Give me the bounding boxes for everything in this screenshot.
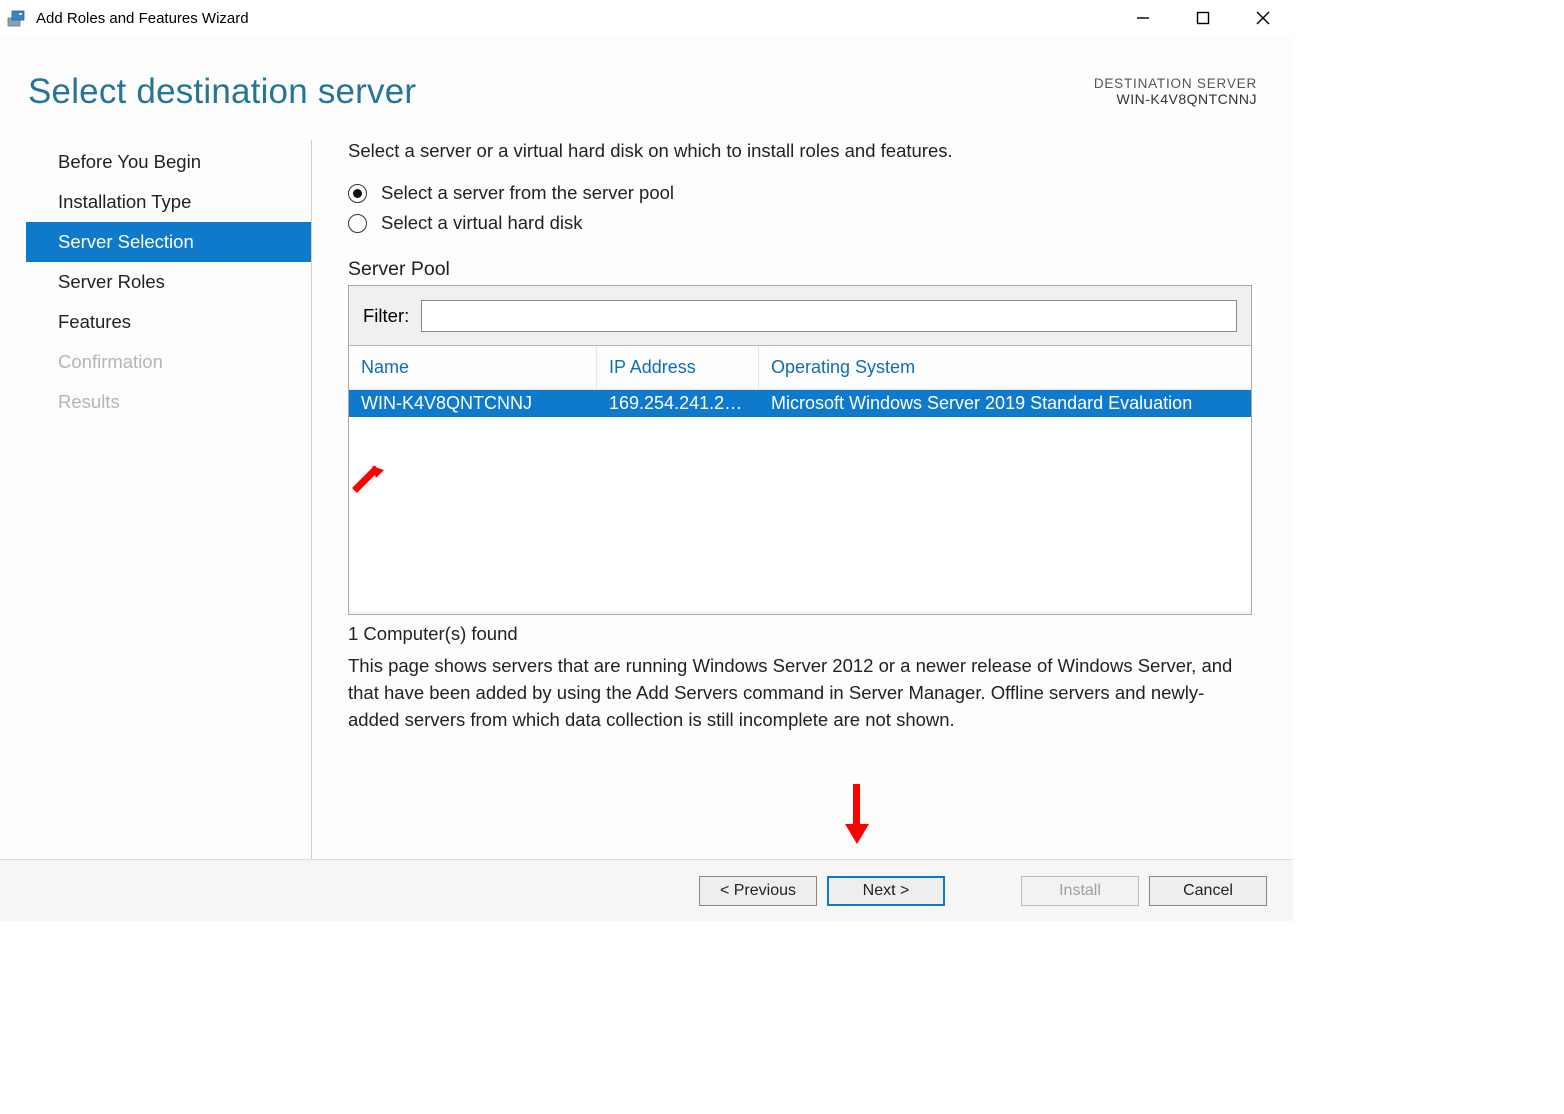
radio-label: Select a virtual hard disk bbox=[381, 212, 583, 234]
body: Before You Begin Installation Type Serve… bbox=[0, 122, 1293, 859]
button-label: < Previous bbox=[720, 882, 796, 900]
nav-results: Results bbox=[26, 382, 311, 422]
filter-bar: Filter: bbox=[349, 286, 1251, 346]
server-pool-label: Server Pool bbox=[348, 258, 1257, 281]
nav-server-selection[interactable]: Server Selection bbox=[26, 222, 311, 262]
install-button: Install bbox=[1021, 876, 1139, 906]
minimize-button[interactable] bbox=[1113, 0, 1173, 36]
nav-item-label: Results bbox=[58, 391, 120, 413]
radio-icon bbox=[348, 184, 367, 203]
next-button[interactable]: Next > bbox=[827, 876, 945, 906]
close-button[interactable] bbox=[1233, 0, 1293, 36]
button-label: Next > bbox=[863, 882, 910, 900]
destination-server-value: WIN-K4V8QNTCNNJ bbox=[1094, 91, 1257, 107]
main-pane: Select a server or a virtual hard disk o… bbox=[312, 140, 1257, 859]
nav-installation-type[interactable]: Installation Type bbox=[26, 182, 311, 222]
nav-item-label: Server Selection bbox=[58, 231, 194, 253]
cell-ip: 169.254.241.22... bbox=[597, 393, 759, 414]
window-title: Add Roles and Features Wizard bbox=[36, 10, 249, 27]
column-header-name[interactable]: Name bbox=[349, 346, 597, 389]
nav-item-label: Features bbox=[58, 311, 131, 333]
radio-icon bbox=[348, 214, 367, 233]
nav-item-label: Confirmation bbox=[58, 351, 163, 373]
nav-features[interactable]: Features bbox=[26, 302, 311, 342]
cell-os: Microsoft Windows Server 2019 Standard E… bbox=[759, 393, 1251, 414]
maximize-button[interactable] bbox=[1173, 0, 1233, 36]
filter-label: Filter: bbox=[363, 305, 409, 327]
destination-server-block: DESTINATION SERVER WIN-K4V8QNTCNNJ bbox=[1094, 72, 1257, 107]
column-header-os[interactable]: Operating System bbox=[759, 346, 1251, 389]
button-label: Cancel bbox=[1183, 882, 1233, 900]
nav-server-roles[interactable]: Server Roles bbox=[26, 262, 311, 302]
wizard-steps-nav: Before You Begin Installation Type Serve… bbox=[26, 140, 312, 859]
cancel-button[interactable]: Cancel bbox=[1149, 876, 1267, 906]
destination-server-label: DESTINATION SERVER bbox=[1094, 76, 1257, 91]
nav-item-label: Before You Begin bbox=[58, 151, 201, 173]
radio-virtual-hard-disk[interactable]: Select a virtual hard disk bbox=[348, 212, 1257, 234]
previous-button[interactable]: < Previous bbox=[699, 876, 817, 906]
column-header-ip[interactable]: IP Address bbox=[597, 346, 759, 389]
page-title: Select destination server bbox=[28, 72, 416, 112]
nav-item-label: Server Roles bbox=[58, 271, 165, 293]
annotation-arrow-icon bbox=[837, 780, 877, 850]
computers-found-text: 1 Computer(s) found bbox=[348, 623, 1257, 645]
radio-server-pool[interactable]: Select a server from the server pool bbox=[348, 182, 1257, 204]
header: Select destination server DESTINATION SE… bbox=[0, 36, 1293, 122]
explanation-text: This page shows servers that are running… bbox=[348, 653, 1252, 733]
server-row[interactable]: WIN-K4V8QNTCNNJ 169.254.241.22... Micros… bbox=[349, 390, 1251, 417]
nav-before-you-begin[interactable]: Before You Begin bbox=[26, 142, 311, 182]
radio-group: Select a server from the server pool Sel… bbox=[348, 182, 1257, 234]
cell-name: WIN-K4V8QNTCNNJ bbox=[349, 393, 597, 414]
instruction-text: Select a server or a virtual hard disk o… bbox=[348, 140, 1257, 162]
button-label: Install bbox=[1059, 882, 1101, 900]
filter-input[interactable] bbox=[421, 300, 1237, 332]
nav-item-label: Installation Type bbox=[58, 191, 191, 213]
server-pool-box: Filter: Name IP Address Operating System… bbox=[348, 285, 1252, 615]
grid-header: Name IP Address Operating System bbox=[349, 346, 1251, 390]
radio-label: Select a server from the server pool bbox=[381, 182, 674, 204]
titlebar: Add Roles and Features Wizard bbox=[0, 0, 1293, 36]
grid-body: WIN-K4V8QNTCNNJ 169.254.241.22... Micros… bbox=[349, 390, 1251, 614]
wizard-window: Add Roles and Features Wizard Select des… bbox=[0, 0, 1293, 921]
app-icon bbox=[6, 8, 26, 28]
footer: < Previous Next > Install Cancel bbox=[0, 859, 1293, 921]
nav-confirmation: Confirmation bbox=[26, 342, 311, 382]
